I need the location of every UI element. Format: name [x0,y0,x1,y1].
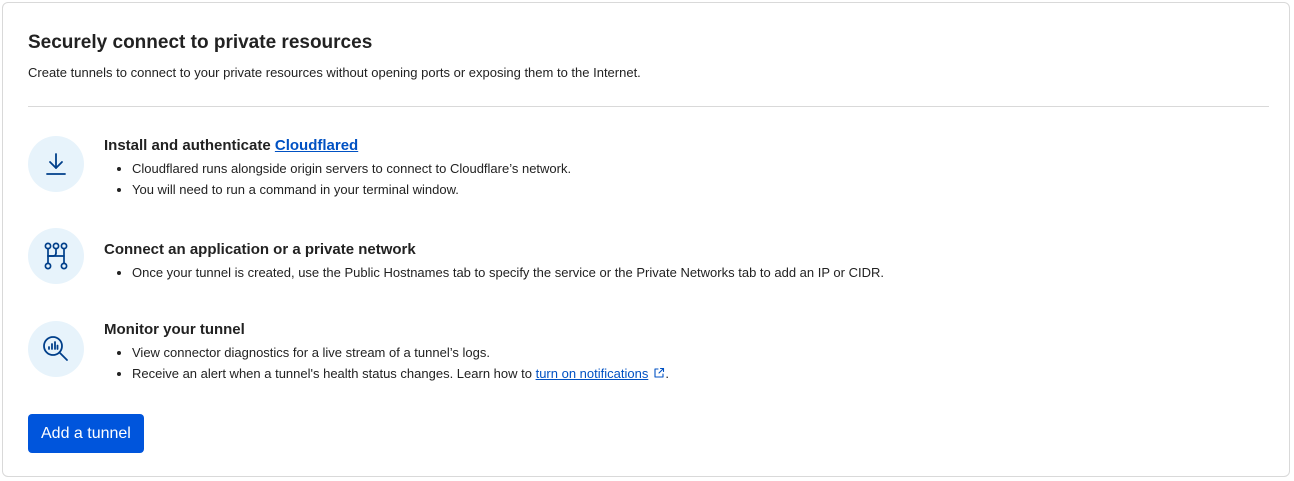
page-title: Securely connect to private resources [28,32,373,53]
bullet-list: View connector diagnostics for a live st… [104,342,1264,385]
download-icon [28,136,84,192]
monitor-search-icon [28,321,84,377]
bullet-list: Cloudflared runs alongside origin server… [104,158,1264,200]
step-heading: Install and authenticate Cloudflared [104,136,1264,156]
list-item: Receive an alert when a tunnel's health … [132,363,1264,385]
external-link-icon [653,364,665,385]
list-item: Once your tunnel is created, use the Pub… [132,262,1264,283]
divider [28,106,1269,107]
bullet-list: Once your tunnel is created, use the Pub… [104,262,1264,283]
alert-suffix: . [665,366,669,381]
page-subtitle: Create tunnels to connect to your privat… [28,65,641,80]
add-tunnel-button[interactable]: Add a tunnel [28,414,144,453]
step-heading: Connect an application or a private netw… [104,241,416,258]
list-item: Cloudflared runs alongside origin server… [132,158,1264,179]
tunnels-intro-card: Securely connect to private resources Cr… [2,2,1290,477]
step-heading: Monitor your tunnel [104,321,245,338]
list-item: View connector diagnostics for a live st… [132,342,1264,363]
turn-on-notifications-link[interactable]: turn on notifications [536,366,649,381]
alert-text: Receive an alert when a tunnel's health … [132,366,536,381]
step-heading-text: Install and authenticate [104,137,275,154]
list-item: You will need to run a command in your t… [132,179,1264,200]
network-branch-icon [28,228,84,284]
cloudflared-link[interactable]: Cloudflared [275,137,358,154]
